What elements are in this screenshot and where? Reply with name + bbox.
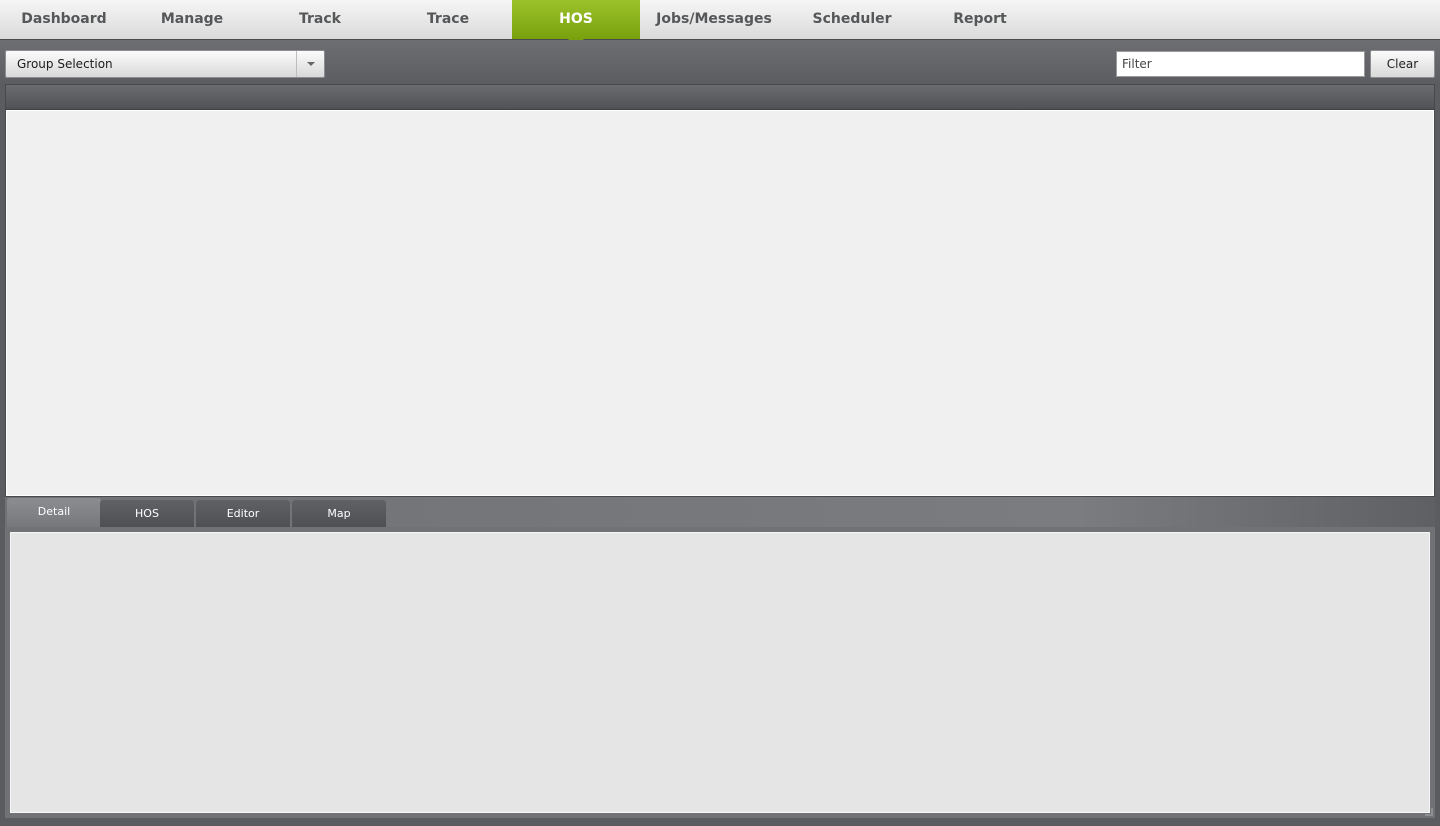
group-selection-dropdown[interactable]: Group Selection (5, 50, 325, 78)
tab-detail[interactable]: Detail (7, 498, 101, 527)
tab-editor[interactable]: Editor (196, 500, 290, 527)
nav-item-hos[interactable]: HOS (512, 0, 640, 47)
nav-item-dashboard[interactable]: Dashboard (0, 0, 128, 39)
tab-hos[interactable]: HOS (100, 500, 194, 527)
detail-tab-strip: Detail HOS Editor Map (5, 497, 1435, 527)
filter-input[interactable] (1116, 51, 1365, 77)
nav-item-trace[interactable]: Trace (384, 0, 512, 39)
grid-body[interactable] (6, 110, 1434, 496)
tab-map[interactable]: Map (292, 500, 386, 527)
grid-header (6, 85, 1434, 110)
toolbar: Group Selection Clear (0, 40, 1440, 84)
detail-panel (5, 527, 1435, 818)
chevron-down-icon[interactable] (296, 51, 324, 77)
clear-button[interactable]: Clear (1370, 50, 1435, 78)
nav-item-manage[interactable]: Manage (128, 0, 256, 39)
nav-item-scheduler[interactable]: Scheduler (788, 0, 916, 39)
top-navigation: Dashboard Manage Track Trace HOS Jobs/Me… (0, 0, 1440, 47)
resize-grip-icon[interactable] (1425, 808, 1433, 816)
nav-item-track[interactable]: Track (256, 0, 384, 39)
group-selection-label: Group Selection (17, 57, 113, 71)
grid-panel (5, 84, 1435, 497)
nav-item-jobs-messages[interactable]: Jobs/Messages (650, 0, 778, 39)
detail-content (10, 532, 1430, 813)
nav-item-report[interactable]: Report (916, 0, 1044, 39)
